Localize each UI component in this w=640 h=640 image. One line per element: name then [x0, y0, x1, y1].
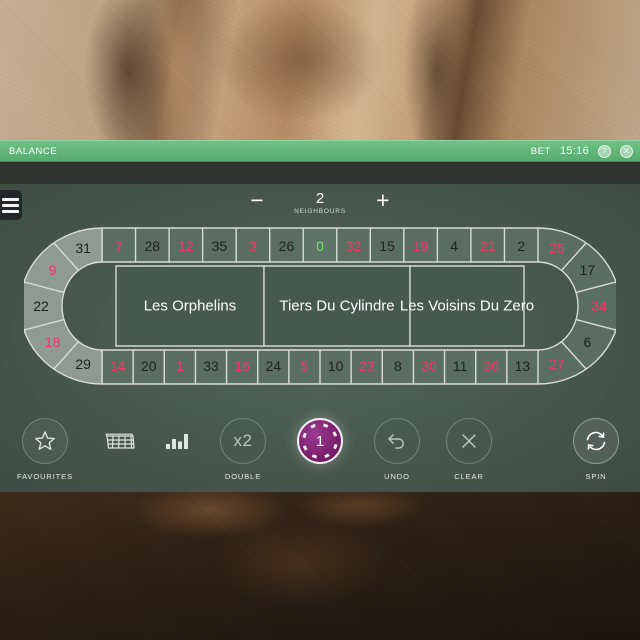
status-bar-right: BET 15:16 ? ✕: [530, 144, 633, 158]
clear-label: CLEAR: [454, 472, 484, 481]
racetrack-number[interactable]: 27: [549, 356, 565, 372]
racetrack-number[interactable]: 32: [346, 238, 362, 254]
racetrack-number[interactable]: 29: [75, 356, 91, 372]
background-photo-top: [0, 0, 640, 142]
racetrack-number[interactable]: 25: [549, 240, 565, 256]
racetrack-number[interactable]: 17: [580, 262, 596, 278]
racetrack-number[interactable]: 28: [145, 238, 161, 254]
x2-label: x2: [233, 431, 253, 450]
favourites-label: FAVOURITES: [17, 472, 73, 481]
racetrack-svg: 7 28 12 35 3 26 0 32 15 19 4 21 214 20 1 33 16 24 5 10 23 8 30…: [24, 227, 616, 385]
racetrack-number[interactable]: 13: [515, 358, 531, 374]
chip-icon: 1: [297, 418, 343, 464]
neighbours-decrease-button[interactable]: −: [246, 189, 268, 212]
racetrack-number[interactable]: 6: [583, 334, 591, 350]
close-x-icon: [446, 418, 492, 464]
racetrack-number[interactable]: 35: [212, 238, 228, 254]
racetrack-number[interactable]: 34: [591, 298, 607, 314]
racetrack-number[interactable]: 36: [483, 358, 499, 374]
racetrack-number[interactable]: 14: [110, 358, 126, 374]
status-bar: BALANCE BET 15:16 ? ✕: [0, 140, 640, 162]
neighbours-value-group: 2 NEIGHBOURS: [294, 190, 346, 215]
racetrack-number[interactable]: 24: [265, 358, 281, 374]
bet-label: BET: [530, 145, 551, 157]
x2-icon: x2: [220, 418, 266, 464]
racetrack-number[interactable]: 33: [203, 358, 219, 374]
racetrack-number[interactable]: 10: [328, 358, 344, 374]
spin-button[interactable]: SPIN: [551, 418, 640, 481]
racetrack-number[interactable]: 8: [394, 358, 402, 374]
racetrack-number[interactable]: 16: [234, 358, 250, 374]
neighbours-value: 2: [315, 190, 325, 207]
balance-label: BALANCE: [9, 145, 58, 157]
help-icon[interactable]: ?: [598, 144, 611, 158]
racetrack: 7 28 12 35 3 26 0 32 15 19 4 21 2 14 20 1 33 16 24 5 10 23 8 30…: [24, 226, 616, 386]
racetrack-number[interactable]: 12: [178, 238, 194, 254]
racetrack-number[interactable]: 4: [450, 238, 458, 254]
racetrack-number[interactable]: 23: [359, 358, 375, 374]
racetrack-number[interactable]: 5: [301, 358, 309, 374]
clock-label: 15:16: [559, 145, 589, 157]
bar-chart-icon: [155, 418, 201, 464]
bottom-toolbar: FAVOURITES x2 DOUBLE 1 UNDO CLEAR SPIN: [0, 408, 640, 492]
racetrack-number[interactable]: 11: [453, 358, 468, 374]
racetrack-number[interactable]: 0: [316, 238, 324, 254]
dark-divider-band: [0, 162, 640, 184]
refresh-circular-arrows-icon: [573, 418, 619, 464]
undo-label: UNDO: [384, 472, 410, 481]
racetrack-number[interactable]: 19: [413, 238, 429, 254]
roulette-game-screen: BALANCE BET 15:16 ? ✕ − 2 NEIGHBOURS + 7…: [0, 0, 640, 640]
racetrack-number[interactable]: 30: [421, 358, 437, 374]
racetrack-number[interactable]: 7: [115, 238, 123, 254]
sector-label: Tiers Du Cylindre: [279, 298, 394, 315]
racetrack-number[interactable]: 15: [379, 238, 395, 254]
racetrack-number[interactable]: 20: [141, 358, 157, 374]
racetrack-number[interactable]: 1: [176, 358, 184, 374]
neighbours-caption: NEIGHBOURS: [294, 208, 346, 215]
double-label: DOUBLE: [224, 472, 262, 481]
racetrack-number[interactable]: 21: [480, 238, 496, 254]
sector-label: Les Orphelins: [144, 298, 237, 315]
racetrack-number[interactable]: 2: [517, 238, 525, 254]
sector-label: Les Voisins Du Zero: [400, 298, 534, 315]
racetrack-number[interactable]: 26: [279, 238, 295, 254]
racetrack-number[interactable]: 31: [75, 240, 91, 256]
spin-label: SPIN: [585, 472, 607, 481]
racetrack-number[interactable]: 3: [249, 238, 257, 254]
neighbours-increase-button[interactable]: +: [372, 189, 394, 212]
racetrack-number[interactable]: 18: [45, 334, 61, 350]
neighbours-stepper: − 2 NEIGHBOURS +: [0, 189, 640, 216]
racetrack-number[interactable]: 22: [33, 298, 49, 314]
star-icon: [22, 418, 68, 464]
chip-value: 1: [315, 432, 325, 450]
racetrack-number[interactable]: 9: [49, 262, 57, 278]
undo-arrow-icon: [374, 418, 420, 464]
clear-button[interactable]: CLEAR: [424, 418, 514, 481]
background-photo-bottom: [0, 492, 640, 640]
close-icon[interactable]: ✕: [620, 144, 633, 158]
